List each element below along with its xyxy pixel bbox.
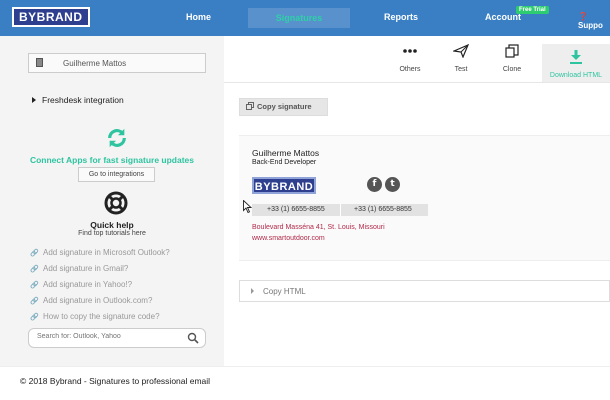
nav-signatures[interactable]: Signatures bbox=[248, 8, 350, 28]
free-trial-badge: Free Trial bbox=[516, 6, 549, 14]
signature-website[interactable]: www.smartoutdoor.com bbox=[252, 235, 325, 242]
help-item-label: Add signature in Gmail? bbox=[43, 264, 129, 273]
main-content: Others Test Clone Download HTML Copy sig… bbox=[224, 36, 610, 366]
copy-signature-button[interactable]: Copy signature bbox=[239, 98, 328, 116]
top-nav: BYBRAND Home Signatures Reports Account … bbox=[0, 0, 610, 36]
signature-title: Back-End Developer bbox=[252, 159, 317, 166]
copy-html-label: Copy HTML bbox=[263, 287, 306, 296]
phone-divider bbox=[340, 204, 341, 216]
copy-signature-label: Copy signature bbox=[257, 102, 312, 111]
freshdesk-label: Freshdesk integration bbox=[42, 95, 124, 105]
others-label: Others bbox=[399, 66, 421, 73]
user-select[interactable]: Guilherme Mattos bbox=[28, 53, 206, 73]
signature-address: Boulevard Masséna 41, St. Louis, Missour… bbox=[252, 224, 385, 231]
signature-name: Guilherme Mattos bbox=[252, 148, 320, 158]
help-item-copy-code[interactable]: 🔗 How to copy the signature code? bbox=[30, 310, 170, 326]
link-icon: 🔗 bbox=[30, 266, 39, 273]
help-item-label: Add signature in Yahoo!? bbox=[43, 280, 133, 289]
find-tutorials-text: Find top tutorials here bbox=[78, 230, 146, 237]
link-icon: 🔗 bbox=[30, 298, 39, 305]
help-item-yahoo[interactable]: 🔗 Add signature in Yahoo!? bbox=[30, 278, 170, 294]
link-icon: 🔗 bbox=[30, 282, 39, 289]
user-select-label: Guilherme Mattos bbox=[63, 59, 127, 68]
others-button[interactable]: Others bbox=[388, 44, 432, 73]
toolbar-divider bbox=[224, 82, 610, 83]
link-icon: 🔗 bbox=[30, 314, 39, 321]
help-circle-icon: ❓ bbox=[578, 12, 588, 21]
nav-reports[interactable]: Reports bbox=[384, 12, 418, 22]
bybrand-logo[interactable]: BYBRAND bbox=[12, 7, 90, 27]
connect-apps-text: Connect Apps for fast signature updates bbox=[29, 155, 195, 165]
clone-label: Clone bbox=[502, 66, 522, 73]
caret-right-icon bbox=[251, 288, 254, 294]
twitter-icon[interactable]: t bbox=[385, 177, 400, 192]
help-item-gmail[interactable]: 🔗 Add signature in Gmail? bbox=[30, 262, 170, 278]
help-item-label: Add signature in Microsoft Outlook? bbox=[43, 248, 170, 257]
nav-support-label: Suppo bbox=[578, 21, 603, 30]
test-button[interactable]: Test bbox=[439, 43, 483, 73]
copy-icon bbox=[36, 58, 43, 67]
test-label: Test bbox=[454, 66, 468, 73]
help-search bbox=[28, 328, 206, 348]
help-list: 🔗 Add signature in Microsoft Outlook? 🔗 Ad… bbox=[30, 246, 170, 326]
lifebuoy-icon bbox=[104, 191, 128, 215]
clone-button[interactable]: Clone bbox=[490, 44, 534, 73]
help-item-label: Add signature in Outlook.com? bbox=[43, 296, 153, 305]
signature-preview: Guilherme Mattos Back-End Developer BYBR… bbox=[239, 135, 610, 261]
sync-icon bbox=[108, 128, 126, 148]
footer-copyright: © 2018 Bybrand - Signatures to professio… bbox=[20, 376, 211, 386]
signature-logo: BYBRAND bbox=[252, 177, 316, 194]
footer: © 2018 Bybrand - Signatures to professio… bbox=[0, 366, 610, 400]
link-icon: 🔗 bbox=[30, 250, 39, 257]
nav-support[interactable]: ❓ Suppo bbox=[578, 12, 610, 30]
more-dots-icon bbox=[403, 49, 417, 53]
phone-number: +33 (1) 6655-8855 bbox=[267, 206, 325, 213]
phone-bar: +33 (1) 6655-8855 +33 (1) 6655-8855 bbox=[252, 204, 428, 216]
help-item-outlook-com[interactable]: 🔗 Add signature in Outlook.com? bbox=[30, 294, 170, 310]
help-item-label: How to copy the signature code? bbox=[43, 312, 160, 321]
sidebar: Guilherme Mattos Freshdesk integration C… bbox=[0, 36, 224, 366]
phone-number: +33 (1) 6655-8855 bbox=[354, 206, 412, 213]
clone-icon bbox=[505, 44, 519, 58]
download-html-button[interactable]: Download HTML bbox=[542, 44, 610, 82]
download-label: Download HTML bbox=[549, 72, 603, 79]
go-to-integrations-button[interactable]: Go to integrations bbox=[78, 167, 155, 182]
caret-right-icon bbox=[32, 97, 36, 103]
copy-html-accordion[interactable]: Copy HTML bbox=[239, 280, 610, 302]
search-icon[interactable] bbox=[187, 332, 199, 344]
send-icon bbox=[451, 43, 470, 59]
mouse-cursor-icon bbox=[243, 200, 252, 213]
quick-help-title: Quick help bbox=[90, 220, 134, 230]
nav-account[interactable]: Account bbox=[485, 12, 521, 22]
facebook-icon[interactable]: f bbox=[367, 177, 382, 192]
freshdesk-integration-toggle[interactable]: Freshdesk integration bbox=[32, 95, 124, 105]
nav-home[interactable]: Home bbox=[186, 12, 211, 22]
help-item-outlook[interactable]: 🔗 Add signature in Microsoft Outlook? bbox=[30, 246, 170, 262]
toolbar: Others Test Clone Download HTML bbox=[224, 36, 610, 82]
help-search-input[interactable] bbox=[37, 333, 187, 340]
copy-icon bbox=[246, 102, 254, 110]
download-icon bbox=[570, 50, 582, 64]
